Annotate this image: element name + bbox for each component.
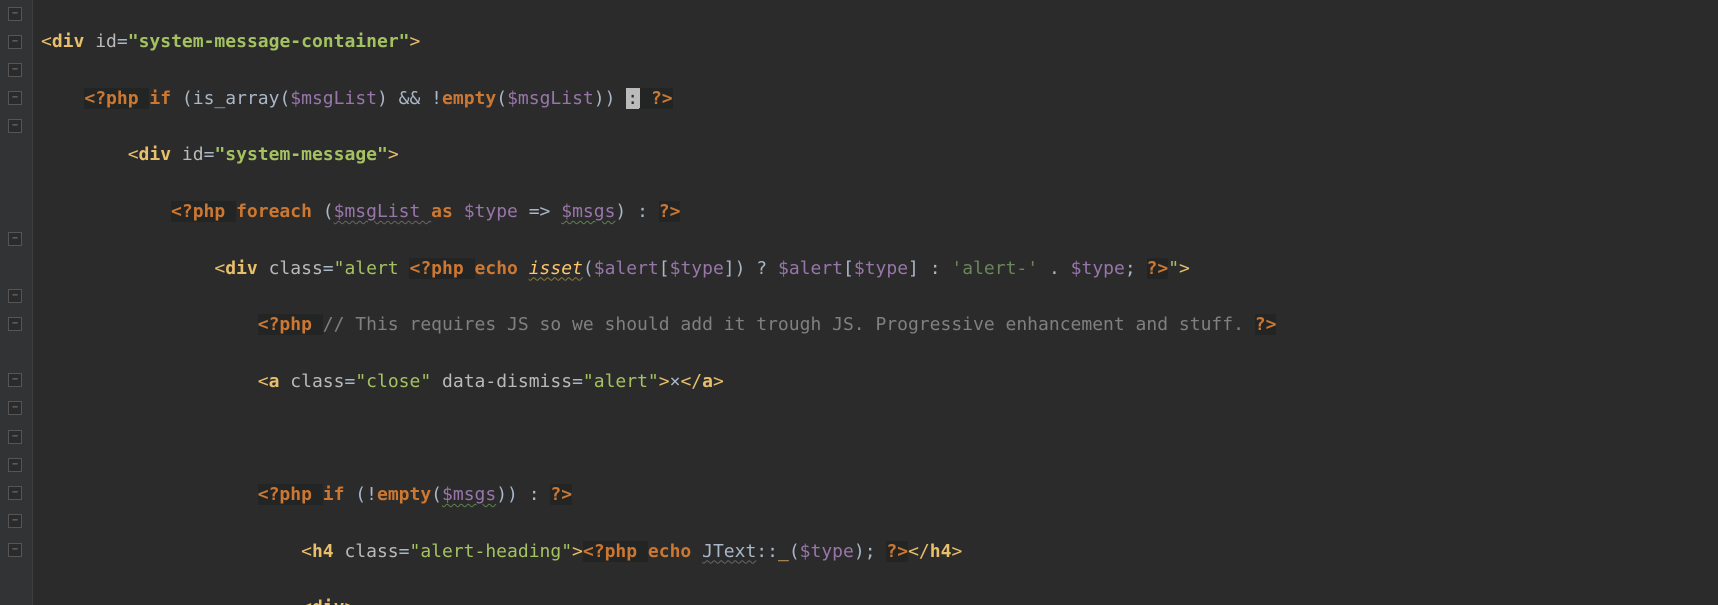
code-line: <?php if (!empty($msgs)) : ?> (41, 481, 1718, 509)
fold-icon[interactable] (8, 35, 22, 49)
fold-icon[interactable] (8, 514, 22, 528)
code-line: <div id="system-message"> (41, 141, 1718, 169)
code-line: <?php // This requires JS so we should a… (41, 311, 1718, 339)
fold-icon[interactable] (8, 543, 22, 557)
fold-icon[interactable] (8, 401, 22, 415)
fold-icon[interactable] (8, 317, 22, 331)
fold-icon[interactable] (8, 7, 22, 21)
code-line: <h4 class="alert-heading"><?php echo JTe… (41, 538, 1718, 566)
fold-icon[interactable] (8, 91, 22, 105)
code-area[interactable]: <div id="system-message-container"> <?ph… (33, 0, 1718, 605)
code-line: <?php if (is_array($msgList) && !empty($… (41, 85, 1718, 113)
code-line (41, 424, 1718, 452)
fold-icon[interactable] (8, 119, 22, 133)
code-line: <a class="close" data-dismiss="alert">×<… (41, 368, 1718, 396)
code-line: <?php foreach ($msgList as $type => $msg… (41, 198, 1718, 226)
code-line: <div class="alert <?php echo isset($aler… (41, 255, 1718, 283)
fold-icon[interactable] (8, 373, 22, 387)
fold-gutter (0, 0, 33, 605)
code-line: <div> (41, 594, 1718, 605)
fold-icon[interactable] (8, 63, 22, 77)
fold-icon[interactable] (8, 430, 22, 444)
fold-icon[interactable] (8, 232, 22, 246)
fold-icon[interactable] (8, 486, 22, 500)
code-line: <div id="system-message-container"> (41, 28, 1718, 56)
fold-icon[interactable] (8, 458, 22, 472)
fold-icon[interactable] (8, 289, 22, 303)
code-editor: <div id="system-message-container"> <?ph… (0, 0, 1718, 605)
